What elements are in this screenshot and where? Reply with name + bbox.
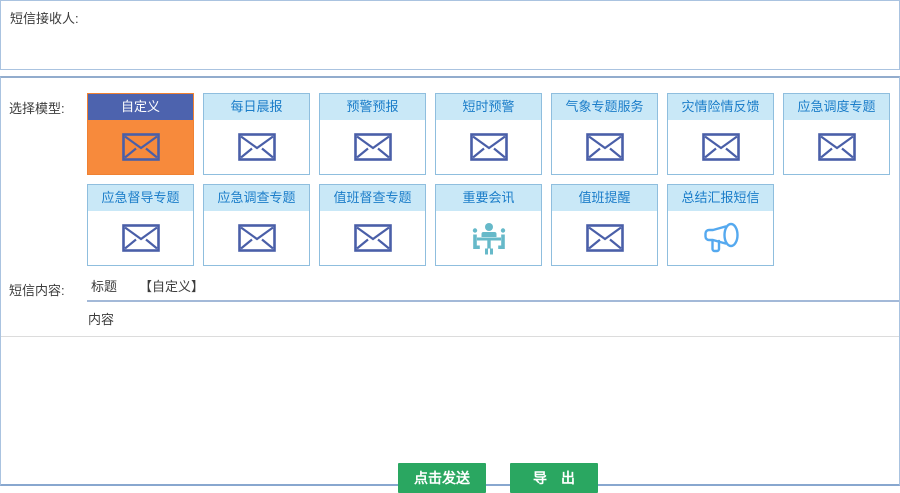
envelope-icon: [354, 133, 392, 161]
template-card-disaster-feedback[interactable]: 灾情险情反馈: [667, 93, 774, 175]
content-label: 短信内容:: [1, 275, 87, 299]
template-card-title: 值班督查专题: [320, 185, 425, 211]
envelope-icon: [238, 133, 276, 161]
template-card-title: 短时预警: [436, 94, 541, 120]
title-field-label: 标题: [91, 279, 117, 294]
envelope-icon: [818, 133, 856, 161]
recipient-input-area[interactable]: 短信接收人:: [0, 0, 900, 70]
meeting-icon: [469, 222, 509, 255]
template-card-warning-forecast[interactable]: 预警预报: [319, 93, 426, 175]
template-card-weather-special-service[interactable]: 气象专题服务: [551, 93, 658, 175]
template-card-short-term-warning[interactable]: 短时预警: [435, 93, 542, 175]
template-card-title: 应急调度专题: [784, 94, 889, 120]
envelope-icon: [586, 224, 624, 252]
template-card-emergency-investigation[interactable]: 应急调查专题: [203, 184, 310, 266]
sms-compose-page: 短信接收人: 选择模型: 自定义 每日晨报 预警预报: [0, 0, 900, 486]
title-row: 短信内容: 标题 【自定义】: [1, 275, 899, 302]
send-button[interactable]: 点击发送: [398, 463, 486, 493]
content-field-label: 内容: [88, 312, 114, 327]
template-card-title: 灾情险情反馈: [668, 94, 773, 120]
template-card-emergency-dispatch[interactable]: 应急调度专题: [783, 93, 890, 175]
title-field[interactable]: 标题 【自定义】: [87, 275, 899, 302]
envelope-icon: [470, 133, 508, 161]
export-button[interactable]: 导 出: [510, 463, 598, 493]
envelope-icon: [354, 224, 392, 252]
template-grid: 自定义 每日晨报 预警预报 短时预警: [87, 93, 899, 266]
template-card-title: 自定义: [88, 94, 193, 120]
model-select-row: 选择模型: 自定义 每日晨报 预警预报: [1, 93, 899, 266]
model-select-label: 选择模型:: [1, 93, 87, 117]
sms-content-section: 短信内容: 标题 【自定义】 内容: [1, 275, 899, 337]
template-card-title: 气象专题服务: [552, 94, 657, 120]
template-card-title: 每日晨报: [204, 94, 309, 120]
envelope-icon: [702, 133, 740, 161]
template-card-title: 重要会讯: [436, 185, 541, 211]
envelope-icon: [122, 133, 160, 161]
envelope-icon: [586, 133, 624, 161]
template-card-duty-reminder[interactable]: 值班提醒: [551, 184, 658, 266]
content-field[interactable]: 内容: [1, 302, 899, 337]
main-panel: 选择模型: 自定义 每日晨报 预警预报: [0, 76, 900, 486]
template-card-title: 应急调查专题: [204, 185, 309, 211]
template-card-title: 值班提醒: [552, 185, 657, 211]
template-card-emergency-supervision[interactable]: 应急督导专题: [87, 184, 194, 266]
template-card-custom[interactable]: 自定义: [87, 93, 194, 175]
template-card-daily-morning-report[interactable]: 每日晨报: [203, 93, 310, 175]
title-field-value: 【自定义】: [139, 279, 204, 294]
template-card-title: 应急督导专题: [88, 185, 193, 211]
megaphone-icon: [699, 219, 743, 257]
template-card-title: 预警预报: [320, 94, 425, 120]
action-buttons-row: 点击发送 导 出: [1, 463, 899, 493]
template-card-duty-inspection[interactable]: 值班督查专题: [319, 184, 426, 266]
template-card-important-meeting[interactable]: 重要会讯: [435, 184, 542, 266]
recipient-label: 短信接收人:: [10, 11, 79, 26]
template-card-summary-report[interactable]: 总结汇报短信: [667, 184, 774, 266]
template-card-title: 总结汇报短信: [668, 185, 773, 211]
envelope-icon: [238, 224, 276, 252]
envelope-icon: [122, 224, 160, 252]
